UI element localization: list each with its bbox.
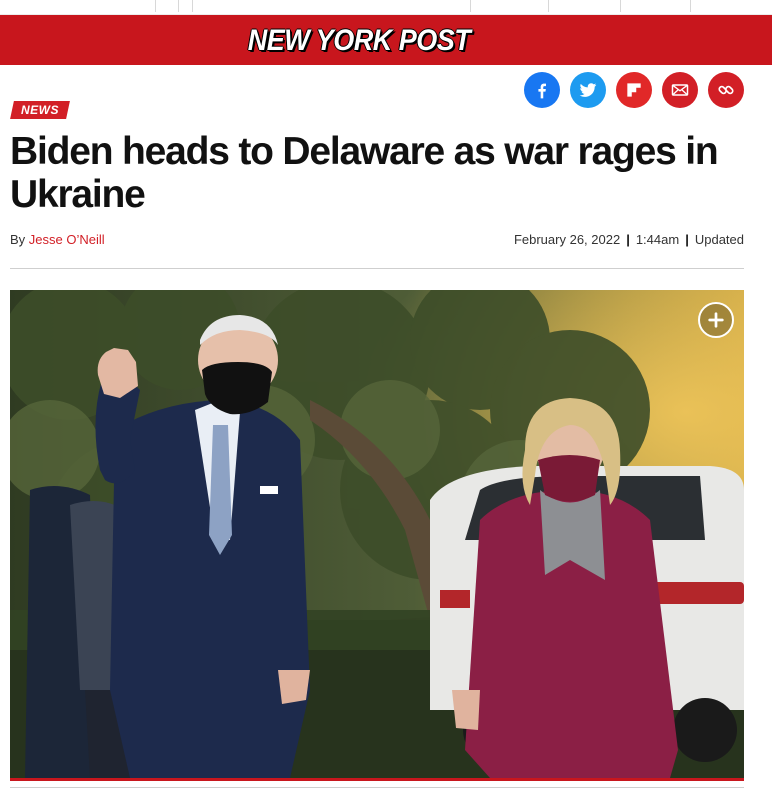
site-logo-link[interactable]: NEW YORK POST: [221, 15, 497, 65]
byline: By Jesse O’Neill February 26, 2022 | 1:4…: [10, 232, 744, 250]
copy-link-button[interactable]: [708, 72, 744, 108]
facebook-icon: [538, 83, 546, 99]
twitter-icon: [579, 83, 597, 97]
share-email-button[interactable]: [662, 72, 698, 108]
top-nav-strip: [0, 0, 772, 15]
masthead: NEW YORK POST: [0, 15, 772, 65]
footer-divider: [10, 787, 744, 788]
share-facebook-button[interactable]: [524, 72, 560, 108]
link-icon: [718, 85, 734, 95]
article-timestamp: February 26, 2022 | 1:44am | Updated: [514, 232, 744, 247]
author-link[interactable]: Jesse O’Neill: [29, 232, 105, 247]
publish-date: February 26, 2022: [513, 232, 621, 247]
plus-icon: [708, 312, 724, 328]
updated-toggle[interactable]: Updated: [695, 232, 744, 247]
lead-photo[interactable]: [10, 290, 744, 778]
meta-separator: |: [685, 232, 689, 247]
section-tag[interactable]: NEWS: [10, 101, 70, 119]
byline-prefix: By: [10, 232, 26, 247]
share-flipboard-button[interactable]: [616, 72, 652, 108]
publish-time: 1:44am: [635, 232, 680, 247]
header-divider: [10, 268, 744, 269]
section-tag-label: NEWS: [21, 103, 59, 117]
expand-photo-button[interactable]: [698, 302, 734, 338]
article-headline: Biden heads to Delaware as war rages in …: [10, 130, 719, 216]
meta-separator: |: [626, 232, 630, 247]
flipboard-icon: [627, 83, 641, 97]
email-icon: [671, 84, 689, 96]
share-bar: [524, 72, 744, 108]
site-logo: NEW YORK POST: [247, 22, 471, 56]
share-twitter-button[interactable]: [570, 72, 606, 108]
lead-photo-image: [10, 290, 744, 778]
photo-bottom-accent: [10, 778, 744, 781]
